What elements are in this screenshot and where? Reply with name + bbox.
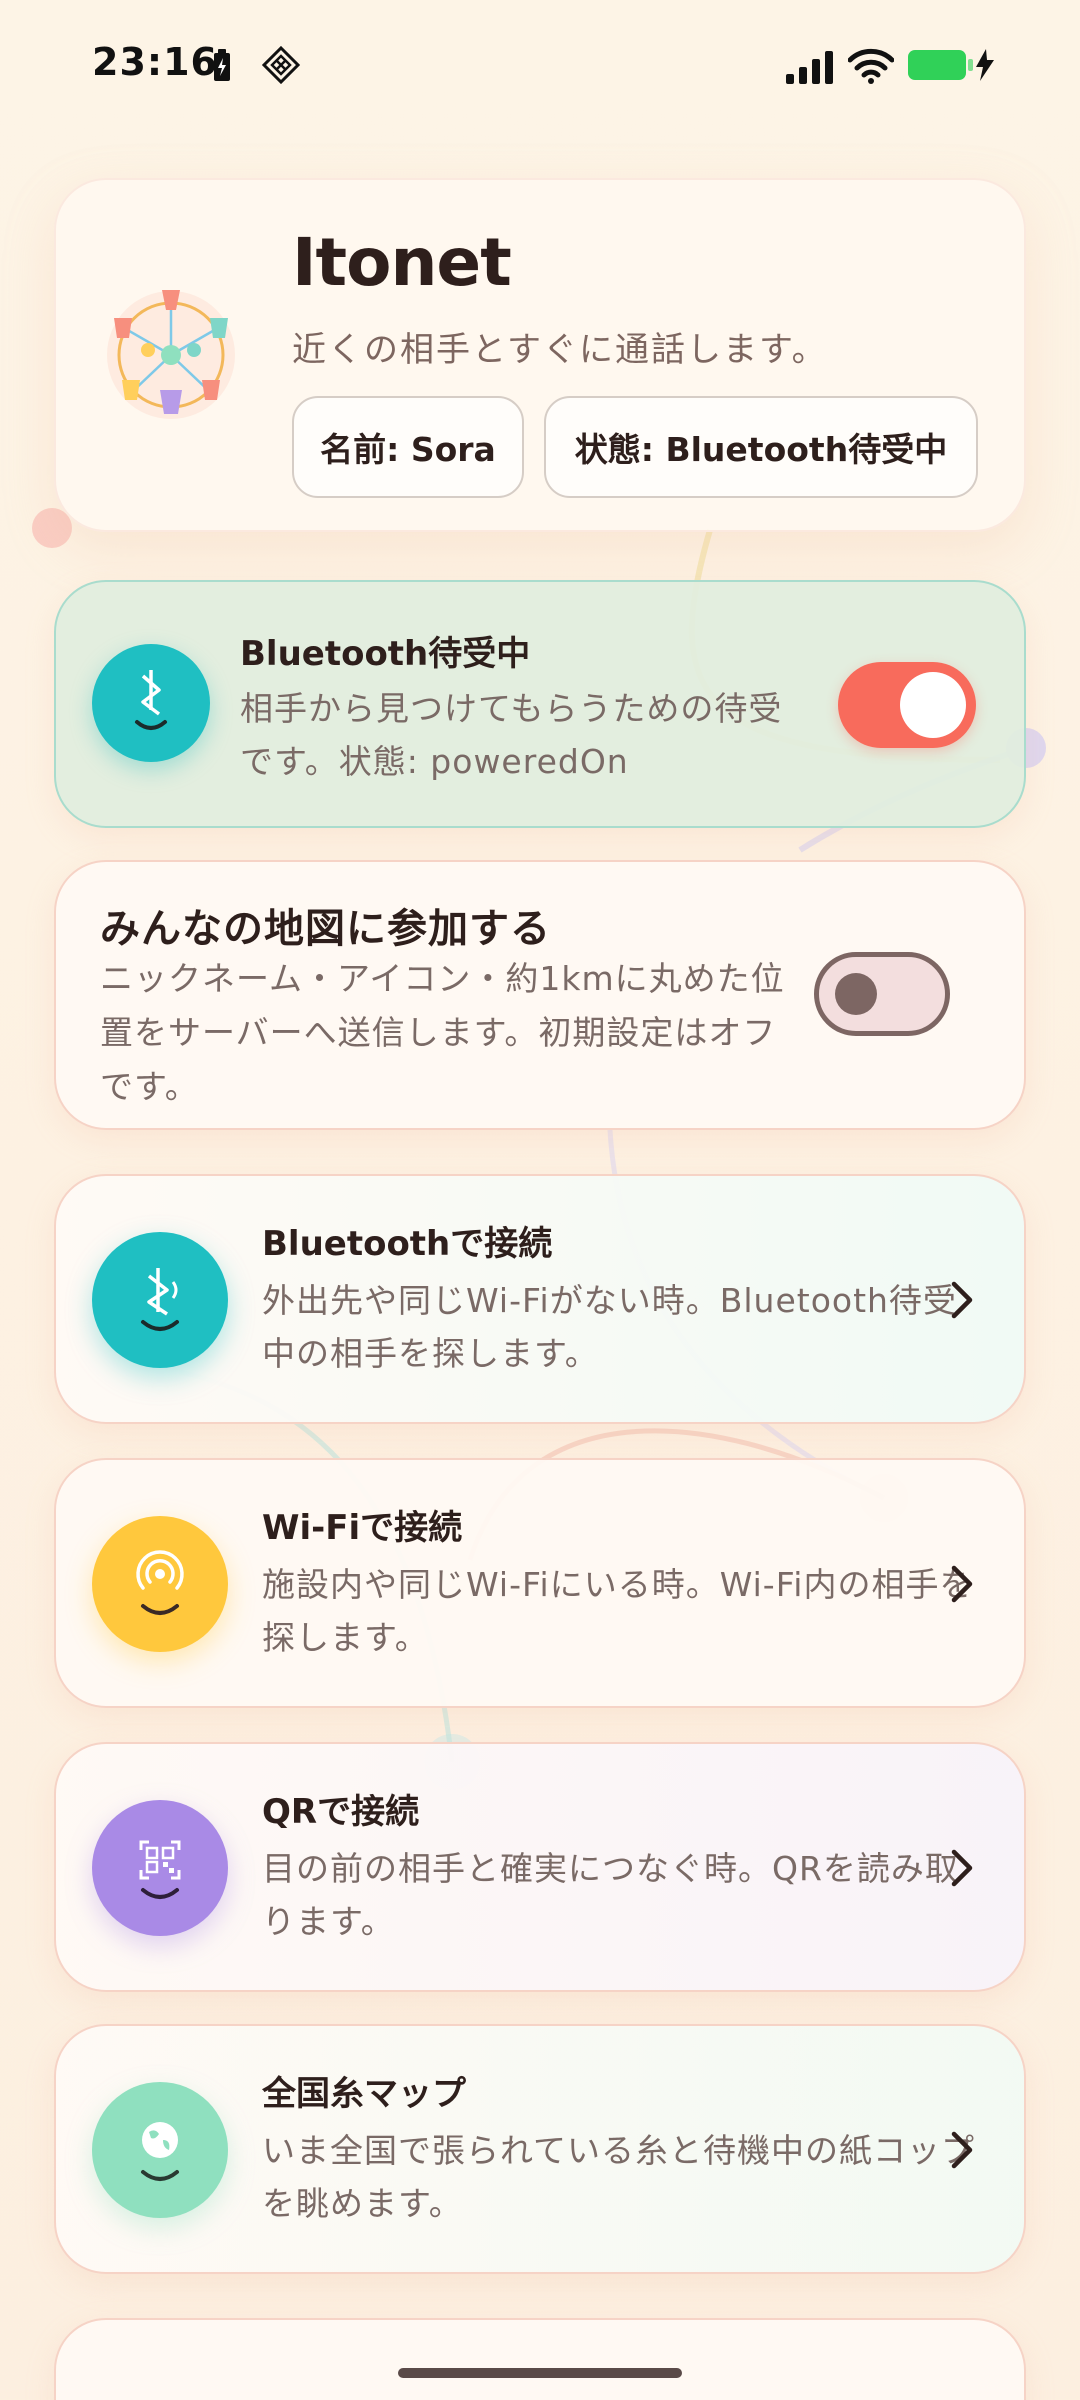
status-time: 23:16 xyxy=(92,40,218,84)
nav-description: 施設内や同じWi-Fiにいる時。Wi-Fi内の相手を探します。 xyxy=(262,1565,974,1657)
bluetooth-standby-description: 相手から見つけてもらうための待受です。状態: poweredOn xyxy=(240,689,783,781)
qr-connect-card[interactable]: QRで接続 目の前の相手と確実につなぐ時。QRを読み取ります。 xyxy=(54,1742,1026,1992)
join-map-title: みんなの地図に参加する xyxy=(100,906,551,952)
globe-face-icon xyxy=(92,2082,228,2218)
nav-title: Wi-Fiで接続 xyxy=(262,1508,463,1548)
wifi-face-icon xyxy=(92,1516,228,1652)
bluetooth-face-icon xyxy=(92,644,210,762)
nav-description: 目の前の相手と確実につなぐ時。QRを読み取ります。 xyxy=(262,1849,959,1941)
chevron-right-icon xyxy=(951,2131,973,2169)
chevron-right-icon xyxy=(951,1849,973,1887)
app-logo-icon xyxy=(107,290,235,419)
name-pill[interactable]: 名前: Sora xyxy=(292,396,524,498)
toggle-knob xyxy=(900,672,966,738)
bluetooth-connect-card[interactable]: Bluetoothで接続 外出先や同じWi-Fiがない時。Bluetooth待受… xyxy=(54,1174,1026,1424)
nav-title: Bluetoothで接続 xyxy=(262,1224,553,1264)
app-title: Itonet xyxy=(292,224,512,301)
chevron-right-icon xyxy=(951,1281,973,1319)
partial-card[interactable] xyxy=(54,2318,1026,2400)
app-subtitle: 近くの相手とすぐに通話します。 xyxy=(292,330,828,370)
header-card: Itonet 近くの相手とすぐに通話します。 名前: Sora 状態: Blue… xyxy=(54,178,1026,532)
nav-description: 外出先や同じWi-Fiがない時。Bluetooth待受中の相手を探します。 xyxy=(262,1281,957,1373)
app-notification-icon xyxy=(262,46,300,84)
state-pill: 状態: Bluetooth待受中 xyxy=(544,396,978,498)
wifi-connect-card[interactable]: Wi-Fiで接続 施設内や同じWi-Fiにいる時。Wi-Fi内の相手を探します。 xyxy=(54,1458,1026,1708)
bluetooth-standby-card[interactable]: Bluetooth待受中 相手から見つけてもらうための待受です。状態: powe… xyxy=(54,580,1026,828)
battery-saver-icon xyxy=(214,49,230,81)
bluetooth-standby-toggle[interactable] xyxy=(838,662,976,748)
join-map-toggle[interactable] xyxy=(814,952,950,1036)
bluetooth-face-icon xyxy=(92,1232,228,1368)
nav-title: 全国糸マップ xyxy=(262,2074,466,2114)
join-map-card[interactable]: みんなの地図に参加する ニックネーム・アイコン・約1kmに丸めた位置をサーバーへ… xyxy=(54,860,1026,1130)
battery-icon xyxy=(908,49,994,81)
wifi-icon xyxy=(848,48,894,84)
bluetooth-standby-title: Bluetooth待受中 xyxy=(240,634,531,674)
signal-icon xyxy=(786,51,833,84)
status-bar: 23:16 xyxy=(0,0,1080,130)
chevron-right-icon xyxy=(951,1565,973,1603)
national-map-card[interactable]: 全国糸マップ いま全国で張られている糸と待機中の紙コップを眺めます。 xyxy=(54,2024,1026,2274)
toggle-knob xyxy=(835,973,877,1015)
qr-face-icon xyxy=(92,1800,228,1936)
join-map-description: ニックネーム・アイコン・約1kmに丸めた位置をサーバーへ送信します。初期設定はオ… xyxy=(100,959,785,1106)
home-indicator[interactable] xyxy=(398,2368,682,2378)
nav-description: いま全国で張られている糸と待機中の紙コップを眺めます。 xyxy=(262,2131,976,2223)
nav-title: QRで接続 xyxy=(262,1792,420,1832)
